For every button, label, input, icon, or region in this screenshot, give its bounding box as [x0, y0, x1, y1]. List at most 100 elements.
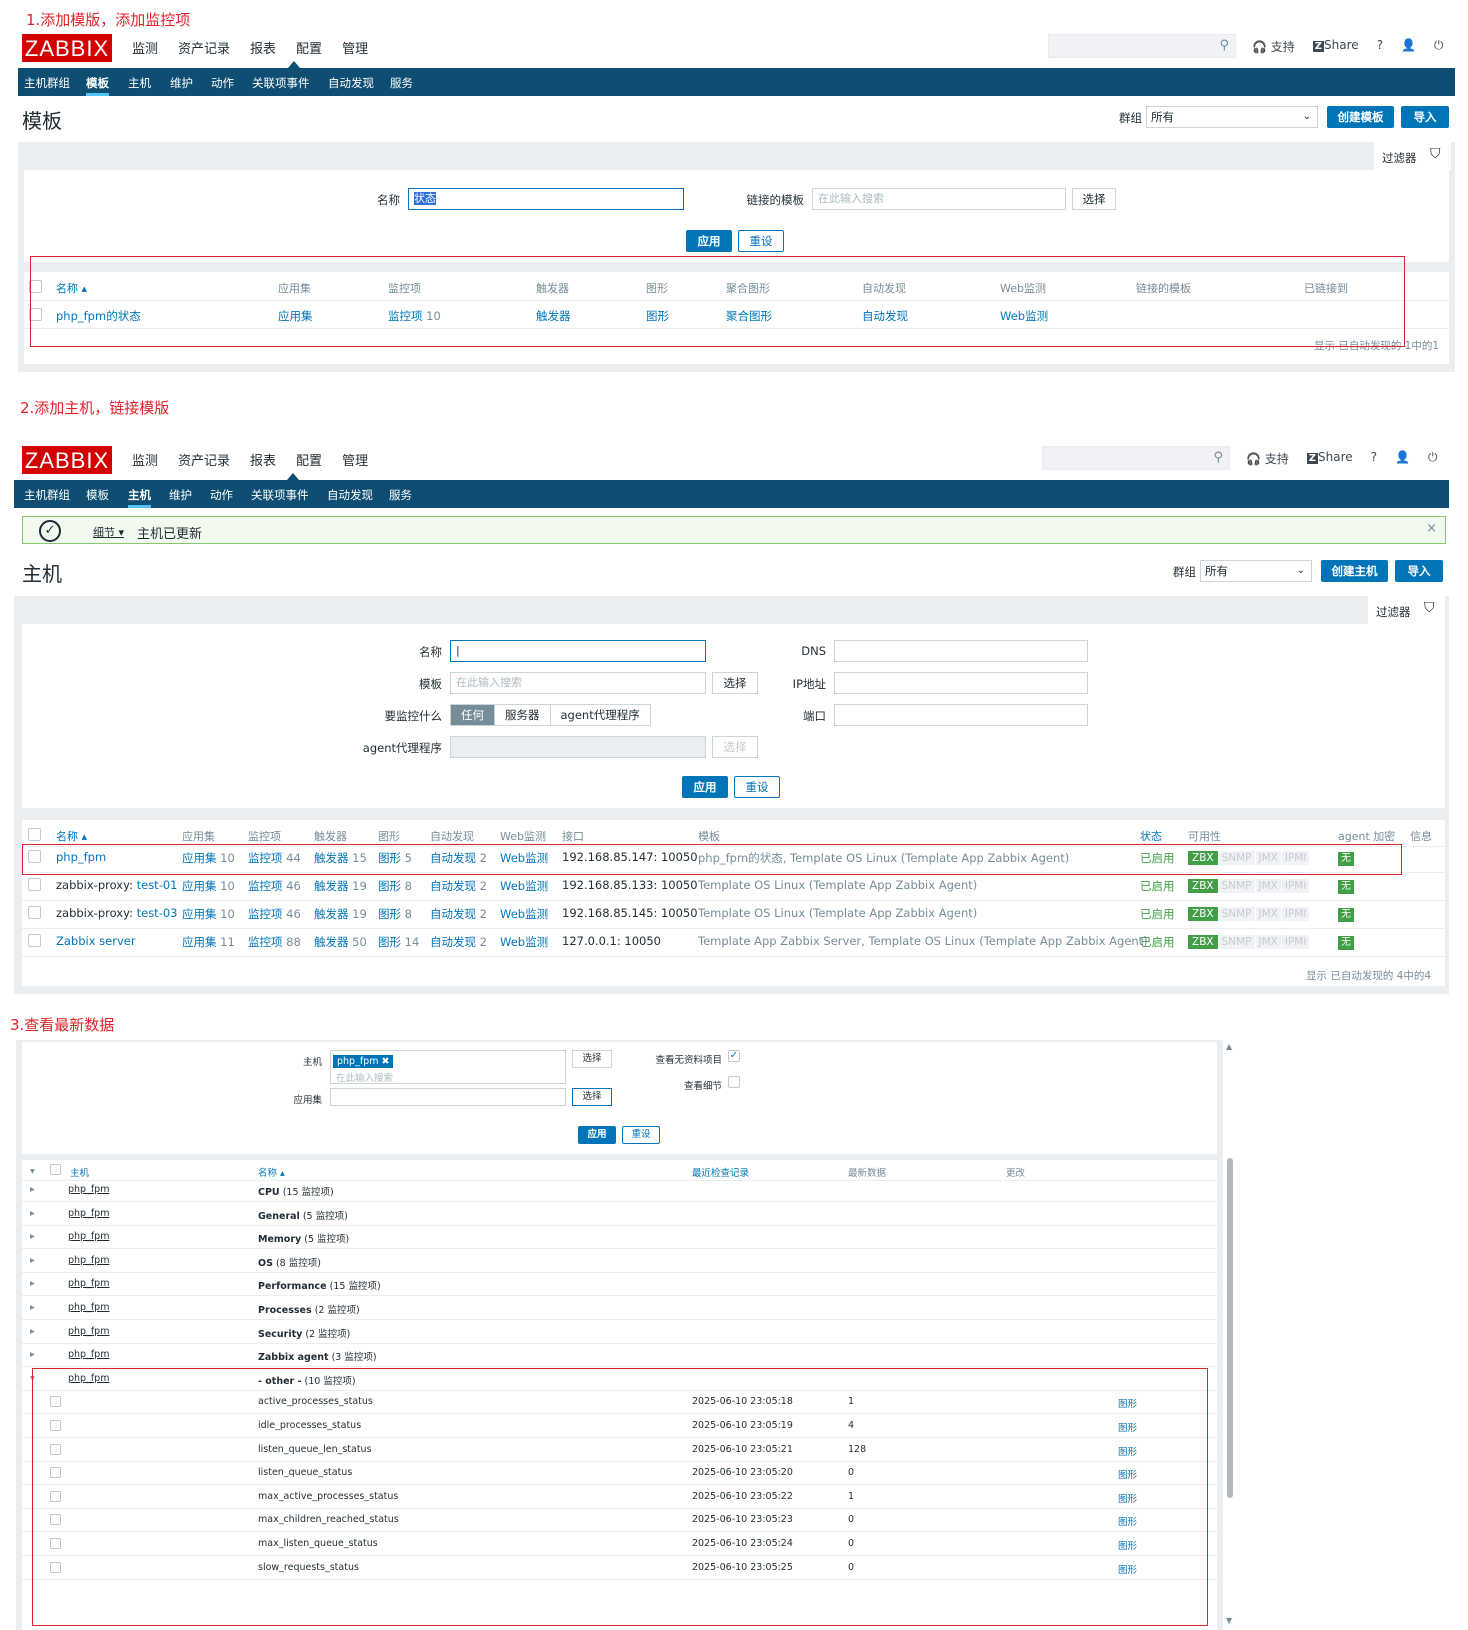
select-button[interactable]: 选择: [1072, 188, 1116, 210]
create-template-button[interactable]: 创建模板: [1327, 106, 1394, 128]
discovery-link[interactable]: 自动发现 2: [430, 934, 487, 950]
group-host-link[interactable]: php_fpm: [68, 1278, 109, 1289]
subnav-correlation[interactable]: 关联项事件: [251, 487, 309, 503]
logout-icon[interactable]: ⏻: [1428, 450, 1438, 467]
help-icon[interactable]: ?: [1377, 38, 1383, 55]
status-badge[interactable]: 已启用: [1140, 878, 1175, 894]
show-no-data-checkbox[interactable]: ✓: [728, 1050, 740, 1062]
status-badge[interactable]: 已启用: [1140, 906, 1175, 922]
create-host-button[interactable]: 创建主机: [1321, 560, 1388, 582]
nav-configuration[interactable]: 配置: [296, 450, 322, 469]
host-multiselect[interactable]: php_fpm ✖ 在此输入搜索: [330, 1050, 566, 1084]
host-select-button[interactable]: 选择: [572, 1050, 612, 1068]
subnav-actions[interactable]: 动作: [211, 75, 234, 91]
apps-select-button[interactable]: 选择: [572, 1088, 612, 1106]
filter-name-input[interactable]: |: [450, 640, 706, 662]
share-link[interactable]: Z Share: [1312, 38, 1359, 55]
subnav-hosts[interactable]: 主机: [128, 75, 151, 91]
apply-button[interactable]: 应用: [682, 776, 728, 798]
col-name[interactable]: 名称 ▴: [258, 1165, 285, 1179]
zabbix-logo[interactable]: ZABBIX: [22, 34, 112, 62]
reset-button[interactable]: 重设: [622, 1126, 660, 1144]
templates-list[interactable]: Template OS Linux (Template App Zabbix A…: [698, 906, 977, 920]
dns-input[interactable]: [834, 640, 1088, 662]
nav-monitoring[interactable]: 监测: [132, 38, 158, 57]
user-icon[interactable]: 👤: [1401, 38, 1416, 55]
subnav-correlation[interactable]: 关联项事件: [252, 75, 310, 91]
subnav-maintenance[interactable]: 维护: [169, 487, 192, 503]
select-all-checkbox[interactable]: [28, 828, 41, 841]
monitor-any[interactable]: 任何: [451, 705, 494, 725]
reset-button[interactable]: 重设: [734, 776, 780, 798]
subnav-templates[interactable]: 模板: [86, 75, 109, 96]
subnav-templates[interactable]: 模板: [86, 487, 109, 503]
collapse-all-icon[interactable]: ▾: [30, 1166, 35, 1177]
graphs-link[interactable]: 图形 8: [378, 906, 412, 922]
items-link[interactable]: 监控项 46: [248, 906, 301, 922]
host-tag[interactable]: php_fpm ✖: [333, 1055, 394, 1068]
nav-inventory[interactable]: 资产记录: [178, 450, 230, 469]
templates-list[interactable]: Template OS Linux (Template App Zabbix A…: [698, 878, 977, 892]
scrollbar-thumb[interactable]: [1227, 1158, 1233, 1498]
subnav-hostgroups[interactable]: 主机群组: [24, 487, 70, 503]
group-host-link[interactable]: php_fpm: [68, 1184, 109, 1195]
filter-template-input[interactable]: 在此输入搜索: [450, 672, 706, 694]
scroll-up-icon[interactable]: ▲: [1226, 1042, 1232, 1051]
group-host-link[interactable]: php_fpm: [68, 1208, 109, 1219]
nav-configuration[interactable]: 配置: [296, 38, 322, 57]
chevron-right-icon[interactable]: ▸: [30, 1208, 35, 1219]
apply-button[interactable]: 应用: [686, 230, 732, 252]
filter-name-input[interactable]: 状态: [408, 188, 684, 210]
web-link[interactable]: Web监测: [500, 934, 548, 950]
ip-input[interactable]: [834, 672, 1088, 694]
chevron-right-icon[interactable]: ▸: [30, 1184, 35, 1195]
nav-administration[interactable]: 管理: [342, 450, 368, 469]
applications-link[interactable]: 应用集 10: [182, 878, 235, 894]
chevron-right-icon[interactable]: ▸: [30, 1302, 35, 1313]
logout-icon[interactable]: ⏻: [1434, 38, 1444, 55]
items-link[interactable]: 监控项 88: [248, 934, 301, 950]
show-details-checkbox[interactable]: [728, 1076, 740, 1088]
close-icon[interactable]: ×: [1426, 521, 1437, 536]
applications-link[interactable]: 应用集 11: [182, 934, 235, 950]
help-icon[interactable]: ?: [1371, 450, 1377, 467]
col-name[interactable]: 名称 ▴: [56, 828, 87, 844]
details-toggle[interactable]: 细节 ▾: [93, 524, 124, 540]
host-name[interactable]: zabbix-proxy: test-03: [56, 906, 177, 920]
scroll-down-icon[interactable]: ▼: [1226, 1616, 1232, 1625]
applications-link[interactable]: 应用集 10: [182, 906, 235, 922]
subnav-maintenance[interactable]: 维护: [170, 75, 193, 91]
group-host-link[interactable]: php_fpm: [68, 1349, 109, 1360]
graphs-link[interactable]: 图形 14: [378, 934, 419, 950]
global-search-input[interactable]: ⚲: [1042, 446, 1230, 470]
apply-button[interactable]: 应用: [578, 1126, 616, 1144]
subnav-discovery[interactable]: 自动发现: [328, 75, 374, 91]
apps-input[interactable]: [330, 1088, 566, 1106]
subnav-discovery[interactable]: 自动发现: [327, 487, 373, 503]
monitor-proxy[interactable]: agent代理程序: [549, 705, 650, 725]
nav-administration[interactable]: 管理: [342, 38, 368, 57]
monitor-server[interactable]: 服务器: [494, 705, 550, 725]
host-name[interactable]: Zabbix server: [56, 934, 136, 948]
subnav-hostgroups[interactable]: 主机群组: [24, 75, 70, 91]
import-button[interactable]: 导入: [1401, 106, 1449, 128]
zabbix-logo[interactable]: ZABBIX: [22, 446, 112, 474]
discovery-link[interactable]: 自动发现 2: [430, 906, 487, 922]
graphs-link[interactable]: 图形 8: [378, 878, 412, 894]
triggers-link[interactable]: 触发器 19: [314, 906, 367, 922]
group-select[interactable]: 所有 ⌄: [1146, 106, 1318, 128]
chevron-right-icon[interactable]: ▸: [30, 1349, 35, 1360]
share-link[interactable]: Z Share: [1306, 450, 1353, 467]
group-host-link[interactable]: php_fpm: [68, 1326, 109, 1337]
items-link[interactable]: 监控项 46: [248, 878, 301, 894]
triggers-link[interactable]: 触发器 50: [314, 934, 367, 950]
group-host-link[interactable]: php_fpm: [68, 1231, 109, 1242]
user-icon[interactable]: 👤: [1395, 450, 1410, 467]
row-checkbox[interactable]: [28, 934, 41, 947]
support-link[interactable]: 🎧 支持: [1252, 38, 1295, 55]
remove-tag-icon[interactable]: ✖: [382, 1056, 390, 1067]
subnav-services[interactable]: 服务: [390, 75, 413, 91]
col-status[interactable]: 状态: [1140, 828, 1162, 844]
chevron-right-icon[interactable]: ▸: [30, 1255, 35, 1266]
select-button[interactable]: 选择: [712, 672, 758, 694]
